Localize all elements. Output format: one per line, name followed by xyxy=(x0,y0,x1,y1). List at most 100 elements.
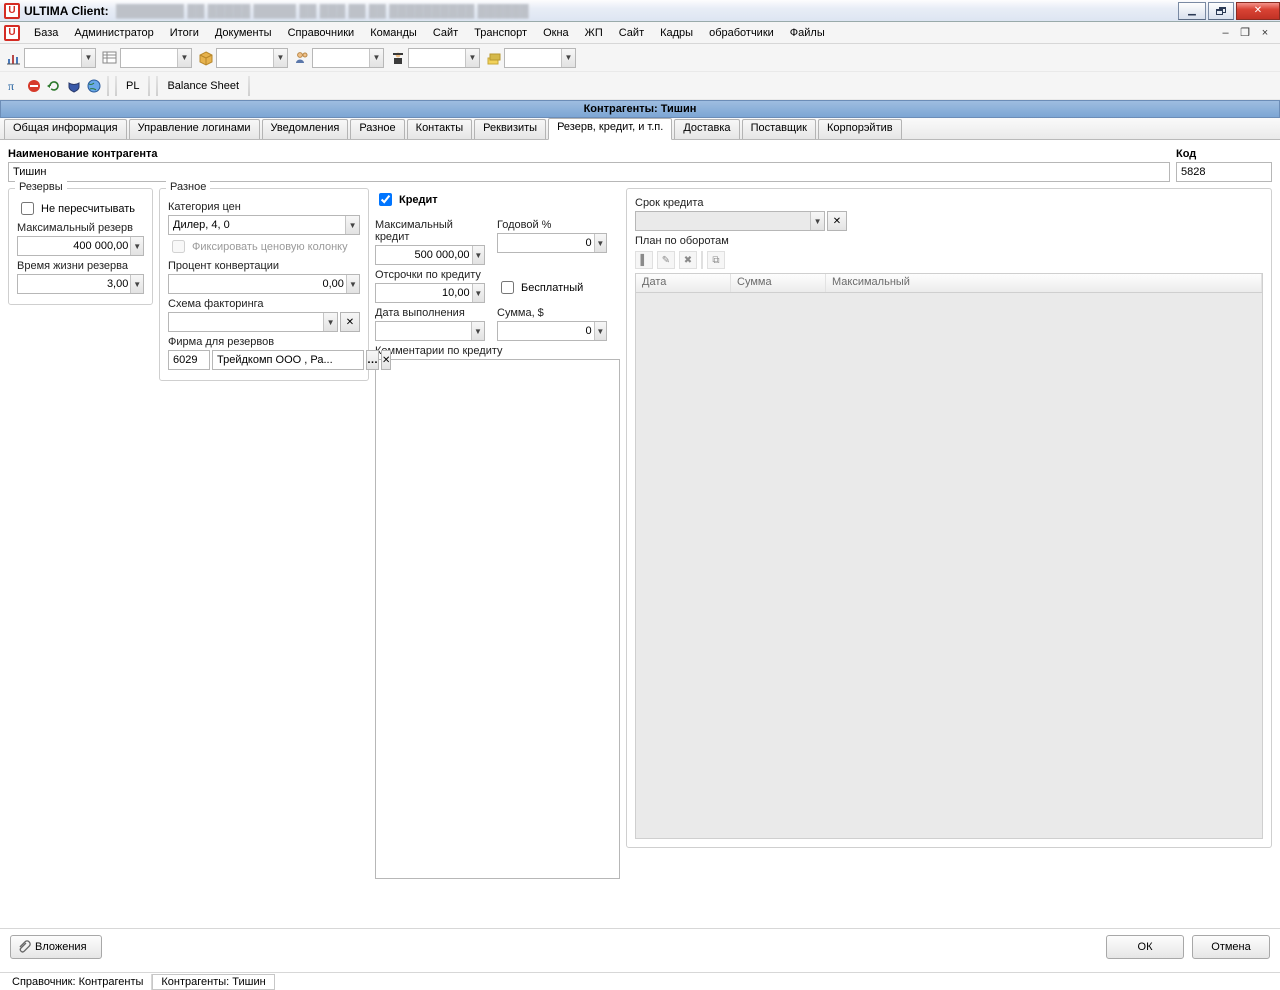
attachments-button[interactable]: Вложения xyxy=(10,935,102,959)
credit-defer-input[interactable]: ▼ xyxy=(375,283,485,303)
menu-base[interactable]: База xyxy=(26,25,66,41)
grid-toolbar: ▌ ✎ ✖ ⧉ xyxy=(635,251,1263,269)
menu-windows[interactable]: Окна xyxy=(535,25,577,41)
status-current[interactable]: Контрагенты: Тишин xyxy=(152,974,274,990)
menu-admin[interactable]: Администратор xyxy=(66,25,161,41)
tab-delivery[interactable]: Доставка xyxy=(674,119,739,139)
group-credit-term: Срок кредита ▼ ✕ План по оборотам ▌ ✎ ✖ … xyxy=(626,188,1272,848)
paperclip-icon xyxy=(17,940,31,954)
reserve-firm-clear-button[interactable]: ✕ xyxy=(381,350,391,370)
credit-term-clear-button[interactable]: ✕ xyxy=(827,211,847,231)
tab-misc[interactable]: Разное xyxy=(350,119,404,139)
sum-input[interactable]: ▼ xyxy=(497,321,607,341)
price-category-combo[interactable]: ▼ xyxy=(168,215,360,235)
menu-site[interactable]: Сайт xyxy=(425,25,466,41)
chart-icon[interactable] xyxy=(4,48,24,68)
factoring-clear-button[interactable]: ✕ xyxy=(340,312,360,332)
credit-term-label: Срок кредита xyxy=(635,197,1263,209)
grid-add-icon[interactable]: ▌ xyxy=(635,251,653,269)
credit-checkbox[interactable]: Кредит xyxy=(375,190,620,209)
ok-button[interactable]: ОК xyxy=(1106,935,1184,959)
toolbar1-combo-5[interactable]: ▼ xyxy=(408,48,480,68)
toolbar-separator xyxy=(248,76,250,96)
toolbar1-combo-4[interactable]: ▼ xyxy=(312,48,384,68)
reserve-firm-code-input[interactable] xyxy=(168,350,210,370)
max-credit-label: Максимальный кредит xyxy=(375,219,485,243)
menu-hr[interactable]: Кадры xyxy=(652,25,701,41)
factoring-scheme-label: Схема факторинга xyxy=(168,298,360,310)
menu-totals[interactable]: Итоги xyxy=(162,25,207,41)
menu-zhp[interactable]: ЖП xyxy=(577,25,611,41)
mdi-minimize-icon[interactable]: – xyxy=(1216,25,1234,41)
toolbar-1: ▼ ▼ ▼ ▼ ▼ ▼ xyxy=(0,44,1280,72)
reserve-life-input[interactable]: ▼ xyxy=(17,274,144,294)
no-entry-icon[interactable] xyxy=(24,76,44,96)
grid-icon[interactable] xyxy=(100,48,120,68)
partner-name-input[interactable] xyxy=(8,162,1170,182)
status-directory[interactable]: Справочник: Контрагенты xyxy=(4,974,152,990)
mdi-close-icon[interactable]: × xyxy=(1256,25,1274,41)
cancel-button[interactable]: Отмена xyxy=(1192,935,1270,959)
toolbar-pl[interactable]: PL xyxy=(120,80,145,92)
maximize-button[interactable] xyxy=(1208,2,1234,20)
toolbar1-combo-6[interactable]: ▼ xyxy=(504,48,576,68)
grid-edit-icon[interactable]: ✎ xyxy=(657,251,675,269)
layers-icon[interactable] xyxy=(484,48,504,68)
conversion-percent-input[interactable]: ▼ xyxy=(168,274,360,294)
mask-icon[interactable] xyxy=(64,76,84,96)
mdi-restore-icon[interactable]: ❐ xyxy=(1236,25,1254,41)
menu-site2[interactable]: Сайт xyxy=(611,25,652,41)
grid-col-date[interactable]: Дата xyxy=(636,274,731,292)
annual-percent-input[interactable]: ▼ xyxy=(497,233,607,253)
reserve-firm-browse-button[interactable]: … xyxy=(366,350,379,370)
minimize-button[interactable]: ▁ xyxy=(1178,2,1206,20)
credit-comments-textarea[interactable] xyxy=(375,359,620,879)
dont-recalc-checkbox[interactable]: Не пересчитывать xyxy=(17,199,144,218)
refresh-icon[interactable] xyxy=(44,76,64,96)
tab-supplier[interactable]: Поставщик xyxy=(742,119,816,139)
toolbar-balance-sheet[interactable]: Balance Sheet xyxy=(161,80,245,92)
grid-delete-icon[interactable]: ✖ xyxy=(679,251,697,269)
toolbar1-combo-3[interactable]: ▼ xyxy=(216,48,288,68)
menu-directories[interactable]: Справочники xyxy=(280,25,363,41)
grid-col-max[interactable]: Максимальный xyxy=(826,274,1262,292)
tab-notifications[interactable]: Уведомления xyxy=(262,119,349,139)
svg-text:π: π xyxy=(8,79,14,93)
users-icon[interactable] xyxy=(292,48,312,68)
tab-corporate[interactable]: Корпорэйтив xyxy=(818,119,902,139)
menu-files[interactable]: Файлы xyxy=(782,25,833,41)
grid-copy-icon[interactable]: ⧉ xyxy=(707,251,725,269)
credit-term-combo[interactable]: ▼ xyxy=(635,211,825,231)
grid-body[interactable] xyxy=(635,293,1263,839)
toolbar1-combo-1[interactable]: ▼ xyxy=(24,48,96,68)
group-misc: Разное Категория цен ▼ Фиксировать ценов… xyxy=(159,188,369,381)
window-titlebar: U ULTIMA Client: ████████ ██ █████ █████… xyxy=(0,0,1280,22)
close-button[interactable]: ✕ xyxy=(1236,2,1280,20)
pi-icon[interactable]: π xyxy=(4,76,24,96)
tab-contacts[interactable]: Контакты xyxy=(407,119,473,139)
tab-requisites[interactable]: Реквизиты xyxy=(474,119,546,139)
menu-documents[interactable]: Документы xyxy=(207,25,280,41)
code-input[interactable] xyxy=(1176,162,1272,182)
toolbar1-combo-2[interactable]: ▼ xyxy=(120,48,192,68)
tab-logins[interactable]: Управление логинами xyxy=(129,119,260,139)
status-bar: Справочник: Контрагенты Контрагенты: Тиш… xyxy=(0,972,1280,990)
factoring-scheme-combo[interactable]: ▼ xyxy=(168,312,338,332)
tab-content: Наименование контрагента Код Резервы Не … xyxy=(0,140,1280,928)
tab-general[interactable]: Общая информация xyxy=(4,119,127,139)
tab-reserve-credit[interactable]: Резерв, кредит, и т.п. xyxy=(548,118,672,140)
free-checkbox[interactable]: Бесплатный xyxy=(497,278,583,297)
box-icon[interactable] xyxy=(196,48,216,68)
menu-commands[interactable]: Команды xyxy=(362,25,425,41)
reserve-firm-name-input[interactable] xyxy=(212,350,364,370)
max-credit-input[interactable]: ▼ xyxy=(375,245,485,265)
globe-icon[interactable] xyxy=(84,76,104,96)
price-category-label: Категория цен xyxy=(168,201,360,213)
turnover-plan-label: План по оборотам xyxy=(635,235,1263,247)
max-reserve-input[interactable]: ▼ xyxy=(17,236,144,256)
menu-transport[interactable]: Транспорт xyxy=(466,25,535,41)
menu-handlers[interactable]: обработчики xyxy=(701,25,782,41)
agent-icon[interactable] xyxy=(388,48,408,68)
exec-date-combo[interactable]: ▼ xyxy=(375,321,485,341)
grid-col-sum[interactable]: Сумма xyxy=(731,274,826,292)
